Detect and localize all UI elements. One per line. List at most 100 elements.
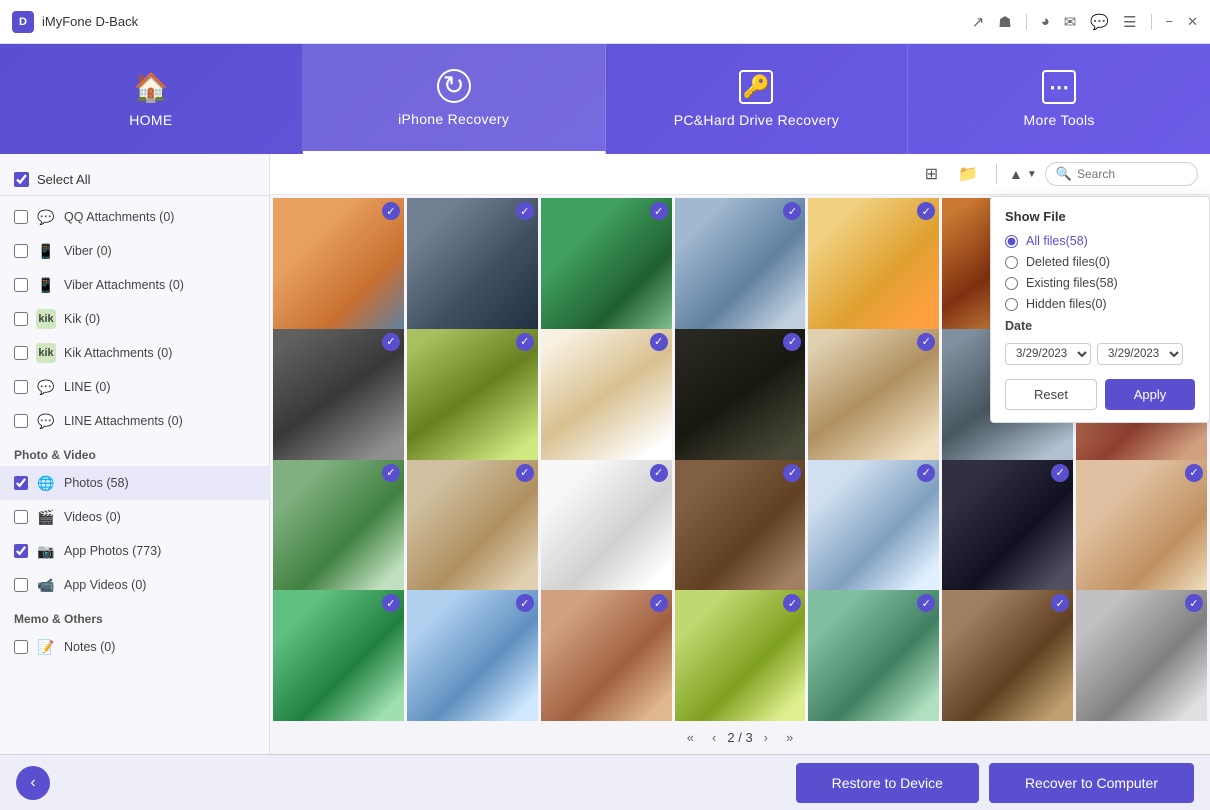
app-logo: D — [12, 11, 34, 33]
photo-cell-4[interactable]: ✓ — [675, 198, 806, 329]
nav-iphone-recovery[interactable]: ↻ iPhone Recovery — [303, 44, 606, 154]
filter-existing-files[interactable]: Existing files(58) — [1005, 276, 1195, 290]
photo-cell-28[interactable]: ✓ — [1076, 590, 1207, 721]
grid-view-button[interactable]: ⊞ — [919, 160, 944, 188]
sidebar-label: Notes (0) — [64, 640, 115, 654]
filter-hidden-files-label: Hidden files(0) — [1026, 297, 1107, 311]
app-name: iMyFone D-Back — [42, 14, 138, 29]
back-button[interactable]: ‹ — [16, 766, 50, 800]
photo-cell-18[interactable]: ✓ — [675, 460, 806, 591]
sidebar-item-viber-attachments[interactable]: 📱 Viber Attachments (0) — [0, 268, 269, 302]
photo-cell-25[interactable]: ✓ — [675, 590, 806, 721]
sidebar-item-line-attachments[interactable]: 💬 LINE Attachments (0) — [0, 404, 269, 438]
photo-cell-3[interactable]: ✓ — [541, 198, 672, 329]
sidebar-item-qq-attachments[interactable]: 💬 QQ Attachments (0) — [0, 200, 269, 234]
nav-home[interactable]: 🏠 HOME — [0, 44, 303, 154]
filter-all-files-label: All files(58) — [1026, 234, 1088, 248]
memo-others-header: Memo & Others — [0, 602, 269, 630]
photo-cell-17[interactable]: ✓ — [541, 460, 672, 591]
filter-all-files[interactable]: All files(58) — [1005, 234, 1195, 248]
minimize-button[interactable]: − — [1166, 14, 1174, 29]
filter-down-icon: ▼ — [1027, 169, 1037, 180]
photo-cell-24[interactable]: ✓ — [541, 590, 672, 721]
photo-cell-12[interactable]: ✓ — [808, 329, 939, 460]
photo-cell-10[interactable]: ✓ — [541, 329, 672, 460]
nav-pc-recovery-label: PC&Hard Drive Recovery — [674, 112, 839, 128]
sidebar-item-app-photos[interactable]: 📷 App Photos (773) — [0, 534, 269, 568]
photo-cell-19[interactable]: ✓ — [808, 460, 939, 591]
recover-to-computer-button[interactable]: Recover to Computer — [989, 763, 1194, 803]
filter-deleted-files[interactable]: Deleted files(0) — [1005, 255, 1195, 269]
sidebar-label: Videos (0) — [64, 510, 121, 524]
select-all-checkbox[interactable] — [14, 172, 29, 187]
sidebar-item-videos[interactable]: 🎬 Videos (0) — [0, 500, 269, 534]
kik-attach-icon: kik — [36, 343, 56, 363]
back-icon: ‹ — [30, 774, 35, 792]
more-tools-icon: ⋯ — [1042, 70, 1076, 104]
close-button[interactable]: ✕ — [1187, 14, 1198, 30]
photo-cell-2[interactable]: ✓ — [407, 198, 538, 329]
sidebar-item-app-videos[interactable]: 📹 App Videos (0) — [0, 568, 269, 602]
title-bar: D iMyFone D-Back ↗ ☗ ◕ ✉ 💬 ☰ − ✕ — [0, 0, 1210, 44]
photo-cell-11[interactable]: ✓ — [675, 329, 806, 460]
nav-pc-recovery[interactable]: 🔑 PC&Hard Drive Recovery — [606, 44, 909, 154]
filter-panel: Show File All files(58) Deleted files(0)… — [990, 196, 1210, 423]
filter-hidden-files[interactable]: Hidden files(0) — [1005, 297, 1195, 311]
photo-cell-22[interactable]: ✓ — [273, 590, 404, 721]
date-to-select[interactable]: 3/29/2023 — [1097, 343, 1183, 365]
photo-cell-1[interactable]: ✓ — [273, 198, 404, 329]
photo-cell-27[interactable]: ✓ — [942, 590, 1073, 721]
sidebar-label: App Photos (773) — [64, 544, 161, 558]
photo-cell-21[interactable]: ✓ — [1076, 460, 1207, 591]
chat-icon[interactable]: 💬 — [1090, 13, 1109, 31]
folder-button[interactable]: 📁 — [952, 160, 984, 188]
filter-existing-files-label: Existing files(58) — [1026, 276, 1118, 290]
photo-check-1: ✓ — [382, 202, 400, 220]
sidebar-item-kik-attachments[interactable]: kik Kik Attachments (0) — [0, 336, 269, 370]
nav-more-tools[interactable]: ⋯ More Tools — [908, 44, 1210, 154]
prev-page-button[interactable]: ‹ — [705, 727, 723, 748]
reset-button[interactable]: Reset — [1005, 379, 1097, 410]
photo-cell-26[interactable]: ✓ — [808, 590, 939, 721]
photo-check-17: ✓ — [650, 464, 668, 482]
last-page-button[interactable]: » — [779, 727, 800, 748]
sidebar-item-photos[interactable]: 🌐 Photos (58) — [0, 466, 269, 500]
sidebar-item-kik[interactable]: kik Kik (0) — [0, 302, 269, 336]
restore-to-device-button[interactable]: Restore to Device — [796, 763, 979, 803]
search-icon: 🔍 — [1056, 166, 1072, 182]
date-row: 3/29/2023 3/29/2023 — [1005, 343, 1195, 365]
search-input[interactable] — [1077, 167, 1187, 181]
photo-cell-5[interactable]: ✓ — [808, 198, 939, 329]
photo-check-20: ✓ — [1051, 464, 1069, 482]
menu-icon[interactable]: ☰ — [1123, 13, 1136, 31]
photo-cell-20[interactable]: ✓ — [942, 460, 1073, 591]
photo-check-4: ✓ — [783, 202, 801, 220]
line-icon: 💬 — [36, 377, 56, 397]
sidebar-item-viber[interactable]: 📱 Viber (0) — [0, 234, 269, 268]
photo-cell-16[interactable]: ✓ — [407, 460, 538, 591]
sidebar-item-line[interactable]: 💬 LINE (0) — [0, 370, 269, 404]
share-icon[interactable]: ↗ — [972, 13, 985, 31]
filter-deleted-files-label: Deleted files(0) — [1026, 255, 1110, 269]
photo-cell-15[interactable]: ✓ — [273, 460, 404, 591]
first-page-button[interactable]: « — [680, 727, 701, 748]
nav-home-label: HOME — [129, 112, 172, 128]
photos-icon: 🌐 — [36, 473, 56, 493]
mail-icon[interactable]: ✉ — [1064, 13, 1077, 31]
photo-cell-8[interactable]: ✓ — [273, 329, 404, 460]
user-icon[interactable]: ☗ — [998, 13, 1011, 31]
photo-check-2: ✓ — [516, 202, 534, 220]
photo-cell-23[interactable]: ✓ — [407, 590, 538, 721]
sidebar-item-notes[interactable]: 📝 Notes (0) — [0, 630, 269, 664]
select-all-row: Select All — [0, 164, 269, 196]
photo-cell-9[interactable]: ✓ — [407, 329, 538, 460]
photo-area: ⊞ 📁 ▲ ▼ 🔍 Show File All files(58) Delete… — [270, 154, 1210, 754]
apply-button[interactable]: Apply — [1105, 379, 1195, 410]
next-page-button[interactable]: › — [757, 727, 775, 748]
divider2 — [1151, 14, 1152, 30]
photo-check-27: ✓ — [1051, 594, 1069, 612]
photo-check-9: ✓ — [516, 333, 534, 351]
filter-button[interactable]: ▲ ▼ — [1009, 166, 1037, 182]
date-from-select[interactable]: 3/29/2023 — [1005, 343, 1091, 365]
location-icon[interactable]: ◕ — [1041, 13, 1050, 30]
